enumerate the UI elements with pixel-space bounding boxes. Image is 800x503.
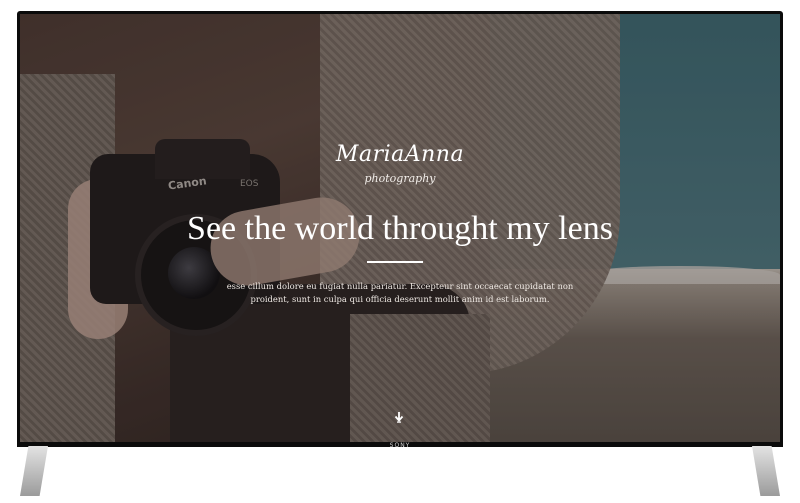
- tv-stand-left: [20, 446, 48, 496]
- website-screen: Canon EOS MariaAnna photography See the …: [20, 14, 780, 442]
- site-logo[interactable]: MariaAnna: [20, 142, 780, 167]
- tv-brand-logo: SONY: [389, 442, 411, 449]
- hero-headline: See the world throught my lens: [187, 210, 613, 247]
- tv-stand-right: [752, 446, 780, 496]
- arrow-down-icon-graphic: [394, 412, 404, 423]
- hero-description: esse cillum dolore eu fugiat nulla paria…: [226, 281, 574, 304]
- site-logo-tagline: photography: [364, 172, 436, 185]
- arrow-down-icon[interactable]: [391, 412, 407, 428]
- headline-divider: [367, 261, 423, 263]
